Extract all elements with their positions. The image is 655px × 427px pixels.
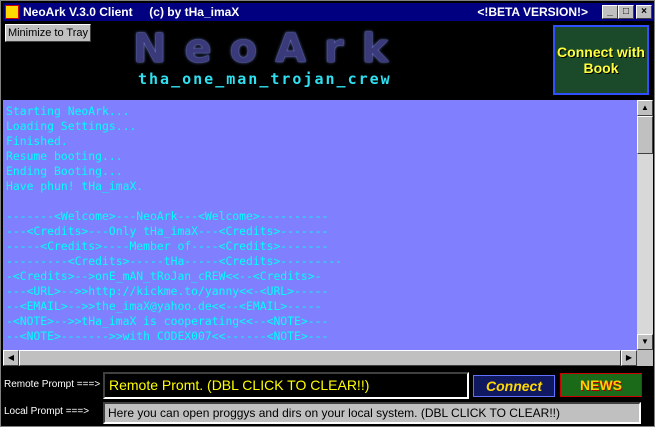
scrollbar-corner	[637, 350, 653, 366]
minimize-to-tray-button[interactable]: Minimize to Tray	[5, 24, 91, 42]
horizontal-scroll-thumb[interactable]	[19, 350, 621, 366]
close-window-button[interactable]: ×	[636, 5, 652, 19]
app-icon[interactable]	[5, 5, 19, 19]
neoark-logo: NeoArk	[133, 26, 407, 72]
crew-subtitle: tha_one_man_trojan_crew	[138, 70, 392, 88]
scroll-left-icon[interactable]: ◀	[3, 350, 19, 366]
local-prompt-input[interactable]: Here you can open proggys and dirs on yo…	[103, 402, 641, 424]
remote-prompt-label: Remote Prompt ===>	[4, 379, 101, 390]
vertical-scrollbar[interactable]: ▲ ▼	[637, 100, 653, 350]
banner: Minimize to Tray NeoArk tha_one_man_troj…	[3, 22, 654, 100]
news-button[interactable]: NEWS	[560, 373, 642, 397]
beta-label: <!BETA VERSION!>	[477, 5, 588, 19]
connect-with-book-button[interactable]: Connect with Book	[553, 25, 649, 95]
console-output[interactable]: Starting NeoArk... Loading Settings... F…	[3, 100, 637, 350]
connect-button[interactable]: Connect	[473, 375, 555, 397]
scroll-up-icon[interactable]: ▲	[637, 100, 653, 116]
vertical-scroll-thumb[interactable]	[637, 116, 653, 154]
app-window: NeoArk V.3.0 Client (c) by tHa_imaX <!BE…	[0, 0, 655, 427]
minimize-window-button[interactable]: _	[602, 5, 618, 19]
title-bar[interactable]: NeoArk V.3.0 Client (c) by tHa_imaX <!BE…	[3, 3, 654, 21]
horizontal-scrollbar[interactable]: ◀ ▶	[3, 350, 637, 366]
local-prompt-label: Local Prompt ===>	[4, 406, 90, 417]
window-title: NeoArk V.3.0 Client (c) by tHa_imaX	[23, 5, 240, 19]
remote-prompt-input[interactable]: Remote Promt. (DBL CLICK TO CLEAR!!)	[103, 372, 469, 399]
maximize-window-button[interactable]: □	[618, 5, 634, 19]
scroll-down-icon[interactable]: ▼	[637, 334, 653, 350]
console-text: Starting NeoArk... Loading Settings... F…	[6, 104, 343, 343]
scroll-right-icon[interactable]: ▶	[621, 350, 637, 366]
connect-with-book-label: Connect with Book	[557, 44, 645, 76]
